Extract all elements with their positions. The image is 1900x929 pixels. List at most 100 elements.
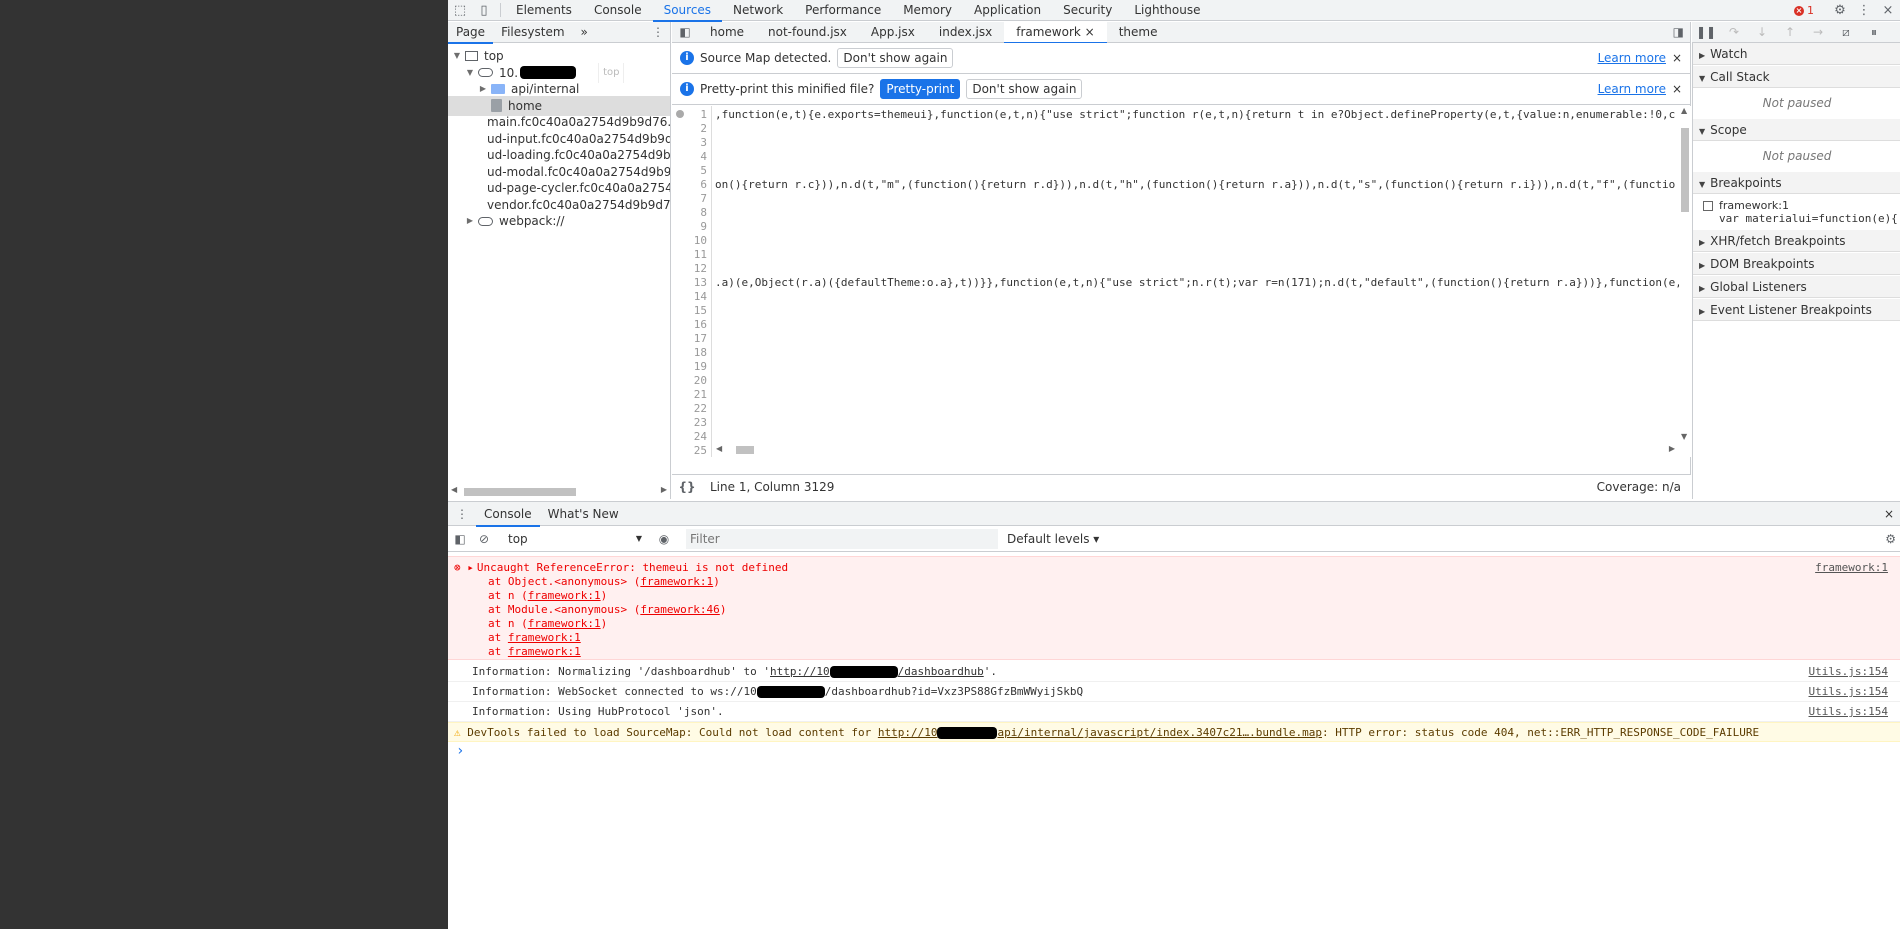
tab-network[interactable]: Network	[722, 0, 794, 21]
line-number[interactable]: 25	[694, 444, 707, 457]
stack-frame-link[interactable]: framework:1	[508, 631, 581, 644]
step-over-icon[interactable]: ↷	[1720, 25, 1748, 39]
editor-tab-home[interactable]: home	[698, 22, 756, 43]
console-prompt[interactable]: ›	[448, 744, 1900, 758]
close-infobar-icon[interactable]: ×	[1672, 51, 1682, 65]
step-into-icon[interactable]: ↓	[1748, 25, 1776, 39]
scroll-left-icon[interactable]: ◀	[451, 485, 457, 494]
tab-application[interactable]: Application	[963, 0, 1052, 21]
tab-security[interactable]: Security	[1052, 0, 1123, 21]
console-settings-gear-icon[interactable]: ⚙	[1885, 532, 1896, 546]
line-number[interactable]: 3	[700, 136, 707, 150]
tab-lighthouse[interactable]: Lighthouse	[1123, 0, 1211, 21]
section-xhr-fetch-breakpoints[interactable]: ▶ XHR/fetch Breakpoints	[1693, 230, 1900, 252]
line-number[interactable]: 23	[694, 416, 707, 430]
tab-sources[interactable]: Sources	[652, 0, 723, 22]
editor-vertical-scroll-thumb[interactable]	[1681, 128, 1689, 212]
line-number[interactable]: 7	[700, 192, 707, 206]
tab-console[interactable]: Console	[583, 0, 653, 21]
breakpoint-checkbox[interactable]	[1703, 201, 1713, 211]
line-number-gutter[interactable]: 1 2 3 4 5 6 7 8 9 10 11 12 13 14 15 16 17 18 19 20 21 22 23 24 2…	[672, 106, 712, 457]
section-dom-breakpoints[interactable]: ▶ DOM Breakpoints	[1693, 253, 1900, 275]
section-event-listener-breakpoints[interactable]: ▶ Event Listener Breakpoints	[1693, 299, 1900, 321]
tree-item-webpack[interactable]: ▶ webpack://	[448, 211, 670, 231]
close-devtools-icon[interactable]: ×	[1876, 0, 1900, 21]
navigator-horizontal-scrollbar[interactable]: ◀ ▶	[448, 484, 670, 499]
tree-arrow-icon[interactable]: ▶	[465, 211, 475, 231]
line-number[interactable]: 5	[700, 164, 707, 178]
editor-tab-framework[interactable]: framework ×	[1004, 21, 1107, 44]
info-source-link[interactable]: Utils.js:154	[1809, 662, 1888, 682]
learn-more-link[interactable]: Learn more	[1598, 82, 1666, 96]
line-number[interactable]: 8	[700, 206, 707, 220]
line-number[interactable]: 12	[694, 262, 707, 276]
toggle-navigator-icon[interactable]: ◧	[672, 25, 698, 39]
code-line[interactable]: .a)(e,Object(r.a)({defaultTheme:o.a},t))…	[715, 276, 1682, 290]
section-call-stack[interactable]: ▼ Call Stack	[1693, 66, 1900, 88]
stack-frame-link[interactable]: framework:1	[640, 575, 713, 588]
close-tab-icon[interactable]: ×	[1081, 25, 1095, 39]
dont-show-again-button[interactable]: Don't show again	[837, 48, 954, 68]
line-number[interactable]: 24	[694, 430, 707, 444]
line-number[interactable]: 21	[694, 388, 707, 402]
tab-performance[interactable]: Performance	[794, 0, 892, 21]
editor-tab-app-jsx[interactable]: App.jsx	[859, 22, 927, 43]
scroll-right-icon[interactable]: ▶	[661, 485, 667, 494]
editor-tab-index-jsx[interactable]: index.jsx	[927, 22, 1004, 43]
navigator-menu-icon[interactable]: ⋮	[652, 22, 664, 43]
close-drawer-icon[interactable]: ×	[1884, 507, 1894, 521]
warning-link[interactable]: http://10	[878, 726, 938, 739]
pretty-print-button[interactable]: Pretty-print	[880, 79, 961, 99]
line-number[interactable]: 11	[694, 248, 707, 262]
device-toolbar-icon[interactable]: ▯	[472, 0, 496, 21]
line-number[interactable]: 20	[694, 374, 707, 388]
scroll-left-icon[interactable]: ◀	[716, 444, 722, 453]
info-source-link[interactable]: Utils.js:154	[1809, 682, 1888, 702]
navigator-scroll-thumb[interactable]	[464, 488, 576, 496]
stack-frame-link[interactable]: framework:1	[528, 617, 601, 630]
scroll-up-icon[interactable]: ▲	[1681, 106, 1687, 115]
line-number[interactable]: 10	[694, 234, 707, 248]
live-expression-eye-icon[interactable]: ◉	[652, 532, 676, 546]
line-number[interactable]: 19	[694, 360, 707, 374]
tab-console[interactable]: Console	[476, 502, 540, 527]
warning-link[interactable]: api/internal/javascript/index.3407c21….b…	[997, 726, 1322, 739]
show-sidebar-icon[interactable]: ◧	[448, 532, 472, 546]
info-link[interactable]: http://10	[770, 665, 830, 678]
clear-console-icon[interactable]: ⊘	[472, 532, 496, 546]
error-count-badge[interactable]: × 1	[1794, 4, 1814, 17]
scroll-down-icon[interactable]: ▼	[1681, 432, 1687, 441]
line-number[interactable]: 13	[694, 276, 707, 290]
error-source-link[interactable]: framework:1	[1815, 561, 1888, 575]
pretty-print-icon[interactable]: {}	[672, 480, 702, 494]
settings-gear-icon[interactable]: ⚙	[1828, 0, 1852, 21]
log-levels-dropdown[interactable]: Default levels ▾	[1007, 532, 1099, 546]
code-line[interactable]: ,function(e,t){e.exports=themeui},functi…	[715, 108, 1675, 122]
pause-icon[interactable]: ❚❚	[1692, 25, 1720, 39]
line-number[interactable]: 1	[700, 108, 707, 122]
breakpoint-entry[interactable]: framework:1 var materialui=function(e){	[1703, 199, 1899, 225]
step-out-icon[interactable]: ↑	[1776, 25, 1804, 39]
pause-on-exceptions-icon[interactable]: ⏸	[1860, 25, 1888, 40]
context-selector[interactable]: top ▼	[504, 529, 646, 549]
editor-horizontal-scroll-thumb[interactable]	[736, 446, 754, 454]
line-number[interactable]: 18	[694, 346, 707, 360]
drawer-menu-icon[interactable]: ⋮	[448, 507, 476, 521]
stack-frame-link[interactable]: framework:1	[528, 589, 601, 602]
code-area[interactable]: 1 2 3 4 5 6 7 8 9 10 11 12 13 14 15 16 17 18 19 20 21 22 23 24 2…	[672, 106, 1691, 457]
toggle-debugger-icon[interactable]: ◨	[1673, 22, 1684, 43]
tab-elements[interactable]: Elements	[505, 0, 583, 21]
dont-show-again-button[interactable]: Don't show again	[966, 79, 1083, 99]
tab-memory[interactable]: Memory	[892, 0, 963, 21]
line-number[interactable]: 9	[700, 220, 707, 234]
section-watch[interactable]: ▶ Watch	[1693, 43, 1900, 65]
inspect-element-icon[interactable]: ⬚	[448, 0, 472, 21]
section-global-listeners[interactable]: ▶ Global Listeners	[1693, 276, 1900, 298]
more-tabs-chevron[interactable]: »	[573, 22, 596, 43]
console-filter-input[interactable]	[686, 528, 998, 549]
editor-tab-not-found-jsx[interactable]: not-found.jsx	[756, 22, 859, 43]
section-breakpoints[interactable]: ▼ Breakpoints	[1693, 172, 1900, 194]
scroll-right-icon[interactable]: ▶	[1669, 444, 1675, 453]
line-number[interactable]: 15	[694, 304, 707, 318]
tab-page[interactable]: Page	[448, 22, 494, 44]
